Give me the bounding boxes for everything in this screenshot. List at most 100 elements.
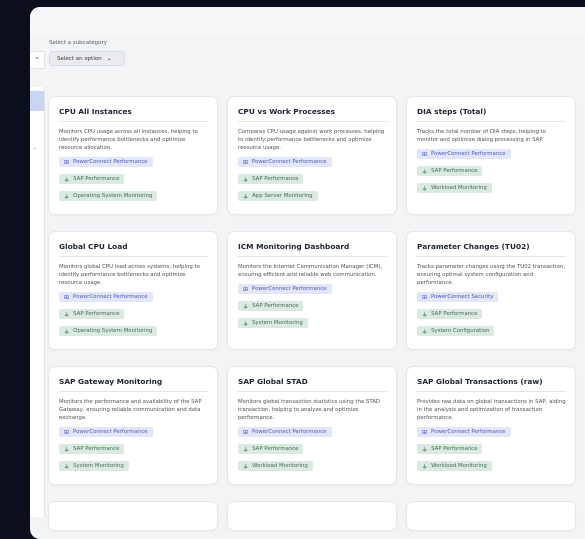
card-title: SAP Global Transactions (raw) <box>417 377 566 392</box>
category-tag[interactable]: ⚶ App Server Monitoring <box>238 191 318 202</box>
category-tag[interactable]: ⚶ System Configuration <box>417 326 495 337</box>
hierarchy-icon: ⚶ <box>422 167 428 175</box>
card-tags: ⊞ PowerConnect Performance ⚶ SAP Performanc… <box>238 427 387 478</box>
dashboard-card-partial[interactable] <box>48 501 218 531</box>
dashboard-card[interactable]: CPU vs Work Processes Compares CPU usage … <box>227 96 397 215</box>
category-tag[interactable]: ⊞ PowerConnect Performance <box>59 427 153 438</box>
category-tag[interactable]: ⚶ SAP Performance <box>238 444 304 455</box>
dashboard-card[interactable]: Parameter Changes (TU02) Tracks parameter… <box>406 231 576 350</box>
card-tags: ⊞ PowerConnect Performance ⚶ SAP Performanc… <box>59 157 208 208</box>
tag-label: PowerConnect Performance <box>252 429 327 436</box>
category-tag[interactable]: ⚶ Workload Monitoring <box>417 461 492 472</box>
category-tag[interactable]: ⚶ SAP Performance <box>59 444 125 455</box>
category-tag[interactable]: ⊞ PowerConnect Performance <box>238 157 332 168</box>
category-tag[interactable]: ⊞ PowerConnect Performance <box>417 149 511 160</box>
category-tag[interactable]: ⚶ SAP Performance <box>417 166 483 177</box>
card-tags: ⊞ PowerConnect Performance ⚶ SAP Performanc… <box>238 157 387 208</box>
select-value: Select an option <box>57 55 102 62</box>
sidebar-item[interactable]: – <box>33 145 36 152</box>
category-tag[interactable]: ⚶ SAP Performance <box>238 174 304 185</box>
hierarchy-icon: ⚶ <box>422 462 428 470</box>
dashboard-card-partial[interactable] <box>406 501 576 531</box>
category-tag[interactable]: ⊞ PowerConnect Performance <box>59 292 153 303</box>
tag-label: System Monitoring <box>252 320 303 327</box>
category-tag[interactable]: ⚶ SAP Performance <box>59 174 125 185</box>
tag-label: Operating System Monitoring <box>73 328 153 335</box>
grid-icon: ⊞ <box>243 428 249 436</box>
card-title: Parameter Changes (TU02) <box>417 242 566 257</box>
card-description: Tracks parameter changes using the TU02 … <box>417 264 565 287</box>
category-tag[interactable]: ⊞ PowerConnect Performance <box>59 157 153 168</box>
top-strip <box>30 7 585 37</box>
category-tag[interactable]: ⊞ PowerConnect Performance <box>238 427 332 438</box>
tag-label: SAP Performance <box>252 446 299 453</box>
tag-label: Workload Monitoring <box>431 185 487 192</box>
dashboard-card[interactable]: SAP Global STAD Monitors global transacti… <box>227 366 397 485</box>
dashboard-card[interactable]: SAP Gateway Monitoring Monitors the perfo… <box>48 366 218 485</box>
app-frame: Select a subcategory ⌃ Select an option … <box>30 7 585 539</box>
card-title: CPU All Instances <box>59 107 208 122</box>
chevron-up-icon: ⌃ <box>34 56 40 64</box>
category-tag[interactable]: ⚶ Operating System Monitoring <box>59 191 158 202</box>
collapse-sidebar-button[interactable]: ⌃ <box>30 51 45 69</box>
tag-label: SAP Performance <box>431 168 478 175</box>
tag-label: PowerConnect Security <box>431 294 494 301</box>
dashboard-card[interactable]: CPU All Instances Monitors CPU usage acro… <box>48 96 218 215</box>
hierarchy-icon: ⚶ <box>243 175 249 183</box>
card-tags: ⊞ PowerConnect Performance ⚶ SAP Performanc… <box>59 292 208 343</box>
hierarchy-icon: ⚶ <box>243 462 249 470</box>
category-tag[interactable]: ⚶ System Monitoring <box>238 318 308 329</box>
category-tag[interactable]: ⚶ SAP Performance <box>238 301 304 312</box>
tag-label: SAP Performance <box>431 446 478 453</box>
tag-label: PowerConnect Performance <box>431 429 506 436</box>
card-description: Compares CPU usage against work processe… <box>238 129 385 152</box>
tag-label: SAP Performance <box>431 311 478 318</box>
card-description: Provides raw data on global transactions… <box>417 399 566 422</box>
hierarchy-icon: ⚶ <box>243 445 249 453</box>
sidebar-item-active[interactable] <box>30 91 44 111</box>
category-tag[interactable]: ⊞ PowerConnect Performance <box>238 284 332 295</box>
tag-label: PowerConnect Performance <box>431 151 506 158</box>
card-tags: ⊞ PowerConnect Performance ⚶ SAP Performanc… <box>238 284 387 335</box>
card-tags: ⊞ PowerConnect Security ⚶ SAP Performance ⚶ S… <box>417 292 566 343</box>
hierarchy-icon: ⚶ <box>422 184 428 192</box>
hierarchy-icon: ⚶ <box>422 445 428 453</box>
dashboard-card[interactable]: Global CPU Load Monitors global CPU load … <box>48 231 218 350</box>
card-description: Monitors the performance and availabilit… <box>59 399 202 422</box>
category-tag[interactable]: ⚶ SAP Performance <box>417 444 483 455</box>
grid-icon: ⊞ <box>243 285 249 293</box>
tag-label: SAP Performance <box>73 176 120 183</box>
hierarchy-icon: ⚶ <box>64 327 70 335</box>
tag-label: SAP Performance <box>73 446 120 453</box>
subcategory-select[interactable]: Select an option ⌄ <box>49 51 125 66</box>
category-tag[interactable]: ⊞ PowerConnect Security <box>417 292 499 303</box>
dashboard-card[interactable]: ICM Monitoring Dashboard Monitors the Int… <box>227 231 397 350</box>
card-title: CPU vs Work Processes <box>238 107 387 122</box>
subcategory-label: Select a subcategory <box>49 40 107 46</box>
card-description: Monitors global transaction statistics u… <box>238 399 381 422</box>
hierarchy-icon: ⚶ <box>64 175 70 183</box>
grid-icon: ⊞ <box>422 428 428 436</box>
grid-icon: ⊞ <box>64 158 70 166</box>
category-tag[interactable]: ⚶ Workload Monitoring <box>238 461 313 472</box>
card-description: Monitors CPU usage across all instances,… <box>59 129 198 152</box>
dashboard-card[interactable]: DIA steps (Total) Tracks the total number… <box>406 96 576 215</box>
tag-label: PowerConnect Performance <box>252 159 327 166</box>
category-tag[interactable]: ⚶ Workload Monitoring <box>417 183 492 194</box>
category-tag[interactable]: ⚶ System Monitoring <box>59 461 129 472</box>
tag-label: SAP Performance <box>73 311 120 318</box>
grid-icon: ⊞ <box>243 158 249 166</box>
dashboard-card[interactable]: SAP Global Transactions (raw) Provides ra… <box>406 366 576 485</box>
category-tag[interactable]: ⊞ PowerConnect Performance <box>417 427 511 438</box>
category-tag[interactable]: ⚶ SAP Performance <box>417 309 483 320</box>
category-tag[interactable]: ⚶ Operating System Monitoring <box>59 326 158 337</box>
hierarchy-icon: ⚶ <box>64 192 70 200</box>
chevron-down-icon: ⌄ <box>106 55 112 62</box>
card-tags: ⊞ PowerConnect Performance ⚶ SAP Performanc… <box>417 149 566 200</box>
card-tags: ⊞ PowerConnect Performance ⚶ SAP Performanc… <box>417 427 566 478</box>
dashboard-card-partial[interactable] <box>227 501 397 531</box>
tag-label: SAP Performance <box>252 176 299 183</box>
card-title: ICM Monitoring Dashboard <box>238 242 387 257</box>
category-tag[interactable]: ⚶ SAP Performance <box>59 309 125 320</box>
grid-icon: ⊞ <box>422 150 428 158</box>
